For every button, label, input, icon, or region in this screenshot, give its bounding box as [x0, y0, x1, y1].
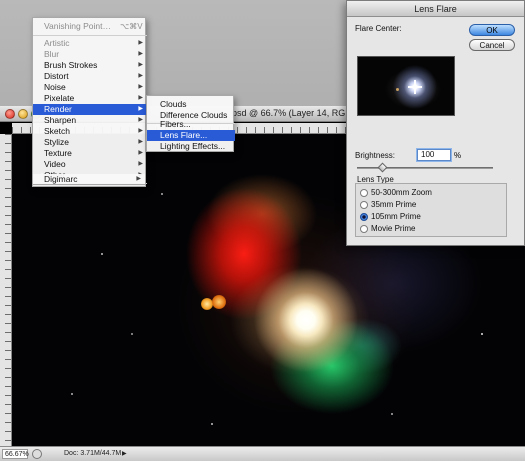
filter-menu: Vanishing Point… ⌥⌘V Artistic ▶ Blur ▶ Bru…: [32, 17, 147, 187]
submenu-item-fibers[interactable]: Fibers...: [147, 119, 235, 130]
submenu-arrow-icon: ▶: [138, 40, 143, 46]
dialog-title[interactable]: Lens Flare: [347, 1, 524, 17]
brightness-slider[interactable]: [357, 162, 493, 173]
brightness-input[interactable]: 100: [417, 149, 451, 161]
menu-item-label: Digimarc: [44, 174, 78, 184]
menu-item-label: Video: [44, 159, 66, 169]
lens-type-group: 50-300mm Zoom 35mm Prime 105mm Prime Mov…: [355, 183, 507, 237]
submenu-arrow-icon: ▶: [138, 84, 143, 90]
vertical-ruler[interactable]: [0, 134, 12, 446]
status-bar: 66.67% Doc: 3.71M/44.7M ▶: [0, 446, 525, 461]
menu-item-sharpen[interactable]: Sharpen ▶: [33, 115, 147, 126]
minimize-window-button[interactable]: [18, 109, 28, 119]
lens-radio-35mm-prime[interactable]: [360, 201, 368, 209]
menu-item-label: Sketch: [44, 126, 70, 136]
submenu-arrow-icon: ▶: [138, 73, 143, 79]
menu-item-label: Render: [44, 104, 72, 114]
menu-shortcut: ⌥⌘V: [120, 22, 143, 31]
menu-item-label: Sharpen: [44, 115, 77, 125]
submenu-arrow-icon: ▶: [138, 106, 143, 112]
lens-label-movie-prime: Movie Prime: [371, 224, 416, 233]
submenu-arrow-icon: ▶: [138, 128, 143, 134]
submenu-arrow-icon: ▶: [138, 95, 143, 101]
close-window-button[interactable]: [5, 109, 15, 119]
menu-item-artistic[interactable]: Artistic ▶: [33, 38, 147, 49]
menu-item-label: Blur: [44, 49, 60, 59]
lens-radio-movie-prime[interactable]: [360, 225, 368, 233]
ok-button[interactable]: OK: [469, 24, 515, 36]
lens-radio-105mm-prime[interactable]: [360, 213, 368, 221]
menu-item-noise[interactable]: Noise ▶: [33, 82, 147, 93]
lens-radio-50-300mm-zoom[interactable]: [360, 189, 368, 197]
render-submenu: Clouds Difference Clouds Fibers... Lens …: [146, 95, 235, 152]
document-size-info: Doc: 3.71M/44.7M: [64, 450, 122, 457]
zoom-level-field[interactable]: 66.67%: [2, 449, 29, 459]
flare-center-crosshair-icon[interactable]: [408, 80, 422, 94]
menu-item-label: Distort: [44, 71, 69, 81]
flare-center-preview[interactable]: [357, 56, 455, 116]
menu-item-vanishing-point[interactable]: Vanishing Point… ⌥⌘V: [33, 21, 147, 32]
menu-item-blur[interactable]: Blur ▶: [33, 49, 147, 60]
menu-item-texture[interactable]: Texture ▶: [33, 148, 147, 159]
brightness-unit: %: [454, 151, 462, 160]
status-info-icon[interactable]: [32, 449, 42, 459]
submenu-arrow-icon: ▶: [138, 62, 143, 68]
flare-ghost-orb: [212, 295, 226, 309]
menu-item-label: Noise: [44, 82, 66, 92]
menu-item-pixelate[interactable]: Pixelate ▶: [33, 93, 147, 104]
menu-item-label: Vanishing Point…: [44, 21, 111, 31]
menu-item-render[interactable]: Render ▶: [33, 104, 147, 115]
menu-item-video[interactable]: Video ▶: [33, 159, 147, 170]
submenu-item-lens-flare[interactable]: Lens Flare...: [147, 130, 235, 141]
menu-item-stylize[interactable]: Stylize ▶: [33, 137, 147, 148]
submenu-arrow-icon: ▶: [138, 117, 143, 123]
document-title: psd @ 66.7% (Layer 14, RGB/8): [232, 108, 362, 118]
submenu-arrow-icon: ▶: [138, 150, 143, 156]
submenu-item-lighting-effects[interactable]: Lighting Effects...: [147, 141, 235, 152]
menu-separator: [33, 35, 147, 36]
menu-item-label: Artistic: [44, 38, 70, 48]
submenu-arrow-icon: ▶: [136, 176, 141, 182]
lens-label-50-300mm-zoom: 50-300mm Zoom: [371, 188, 432, 197]
menu-item-sketch[interactable]: Sketch ▶: [33, 126, 147, 137]
menu-item-distort[interactable]: Distort ▶: [33, 71, 147, 82]
brightness-slider-thumb[interactable]: [377, 162, 388, 173]
photoshop-workspace: psd @ 66.7% (Layer 14, RGB/8) 66.67% Doc…: [0, 0, 525, 461]
status-menu-arrow-icon[interactable]: ▶: [122, 450, 127, 457]
submenu-arrow-icon: ▶: [138, 139, 143, 145]
menu-item-brush-strokes[interactable]: Brush Strokes ▶: [33, 60, 147, 71]
menu-item-label: Texture: [44, 148, 72, 158]
brightness-label: Brightness:: [355, 151, 396, 160]
lens-label-35mm-prime: 35mm Prime: [371, 200, 417, 209]
submenu-arrow-icon: ▶: [138, 161, 143, 167]
submenu-arrow-icon: ▶: [138, 51, 143, 57]
lens-flare-dialog: Lens Flare Flare Center: OK Cancel Brigh…: [346, 0, 525, 246]
lens-label-105mm-prime: 105mm Prime: [371, 212, 421, 221]
menu-item-label: Brush Strokes: [44, 60, 98, 70]
submenu-item-clouds[interactable]: Clouds: [147, 99, 235, 110]
menu-item-label: Stylize: [44, 137, 70, 147]
flare-center-label: Flare Center:: [355, 24, 402, 33]
menu-item-digimarc[interactable]: Digimarc ▶: [32, 174, 146, 185]
menu-item-label: Pixelate: [44, 93, 75, 103]
preview-ghost: [396, 88, 399, 91]
cancel-button[interactable]: Cancel: [469, 39, 515, 51]
